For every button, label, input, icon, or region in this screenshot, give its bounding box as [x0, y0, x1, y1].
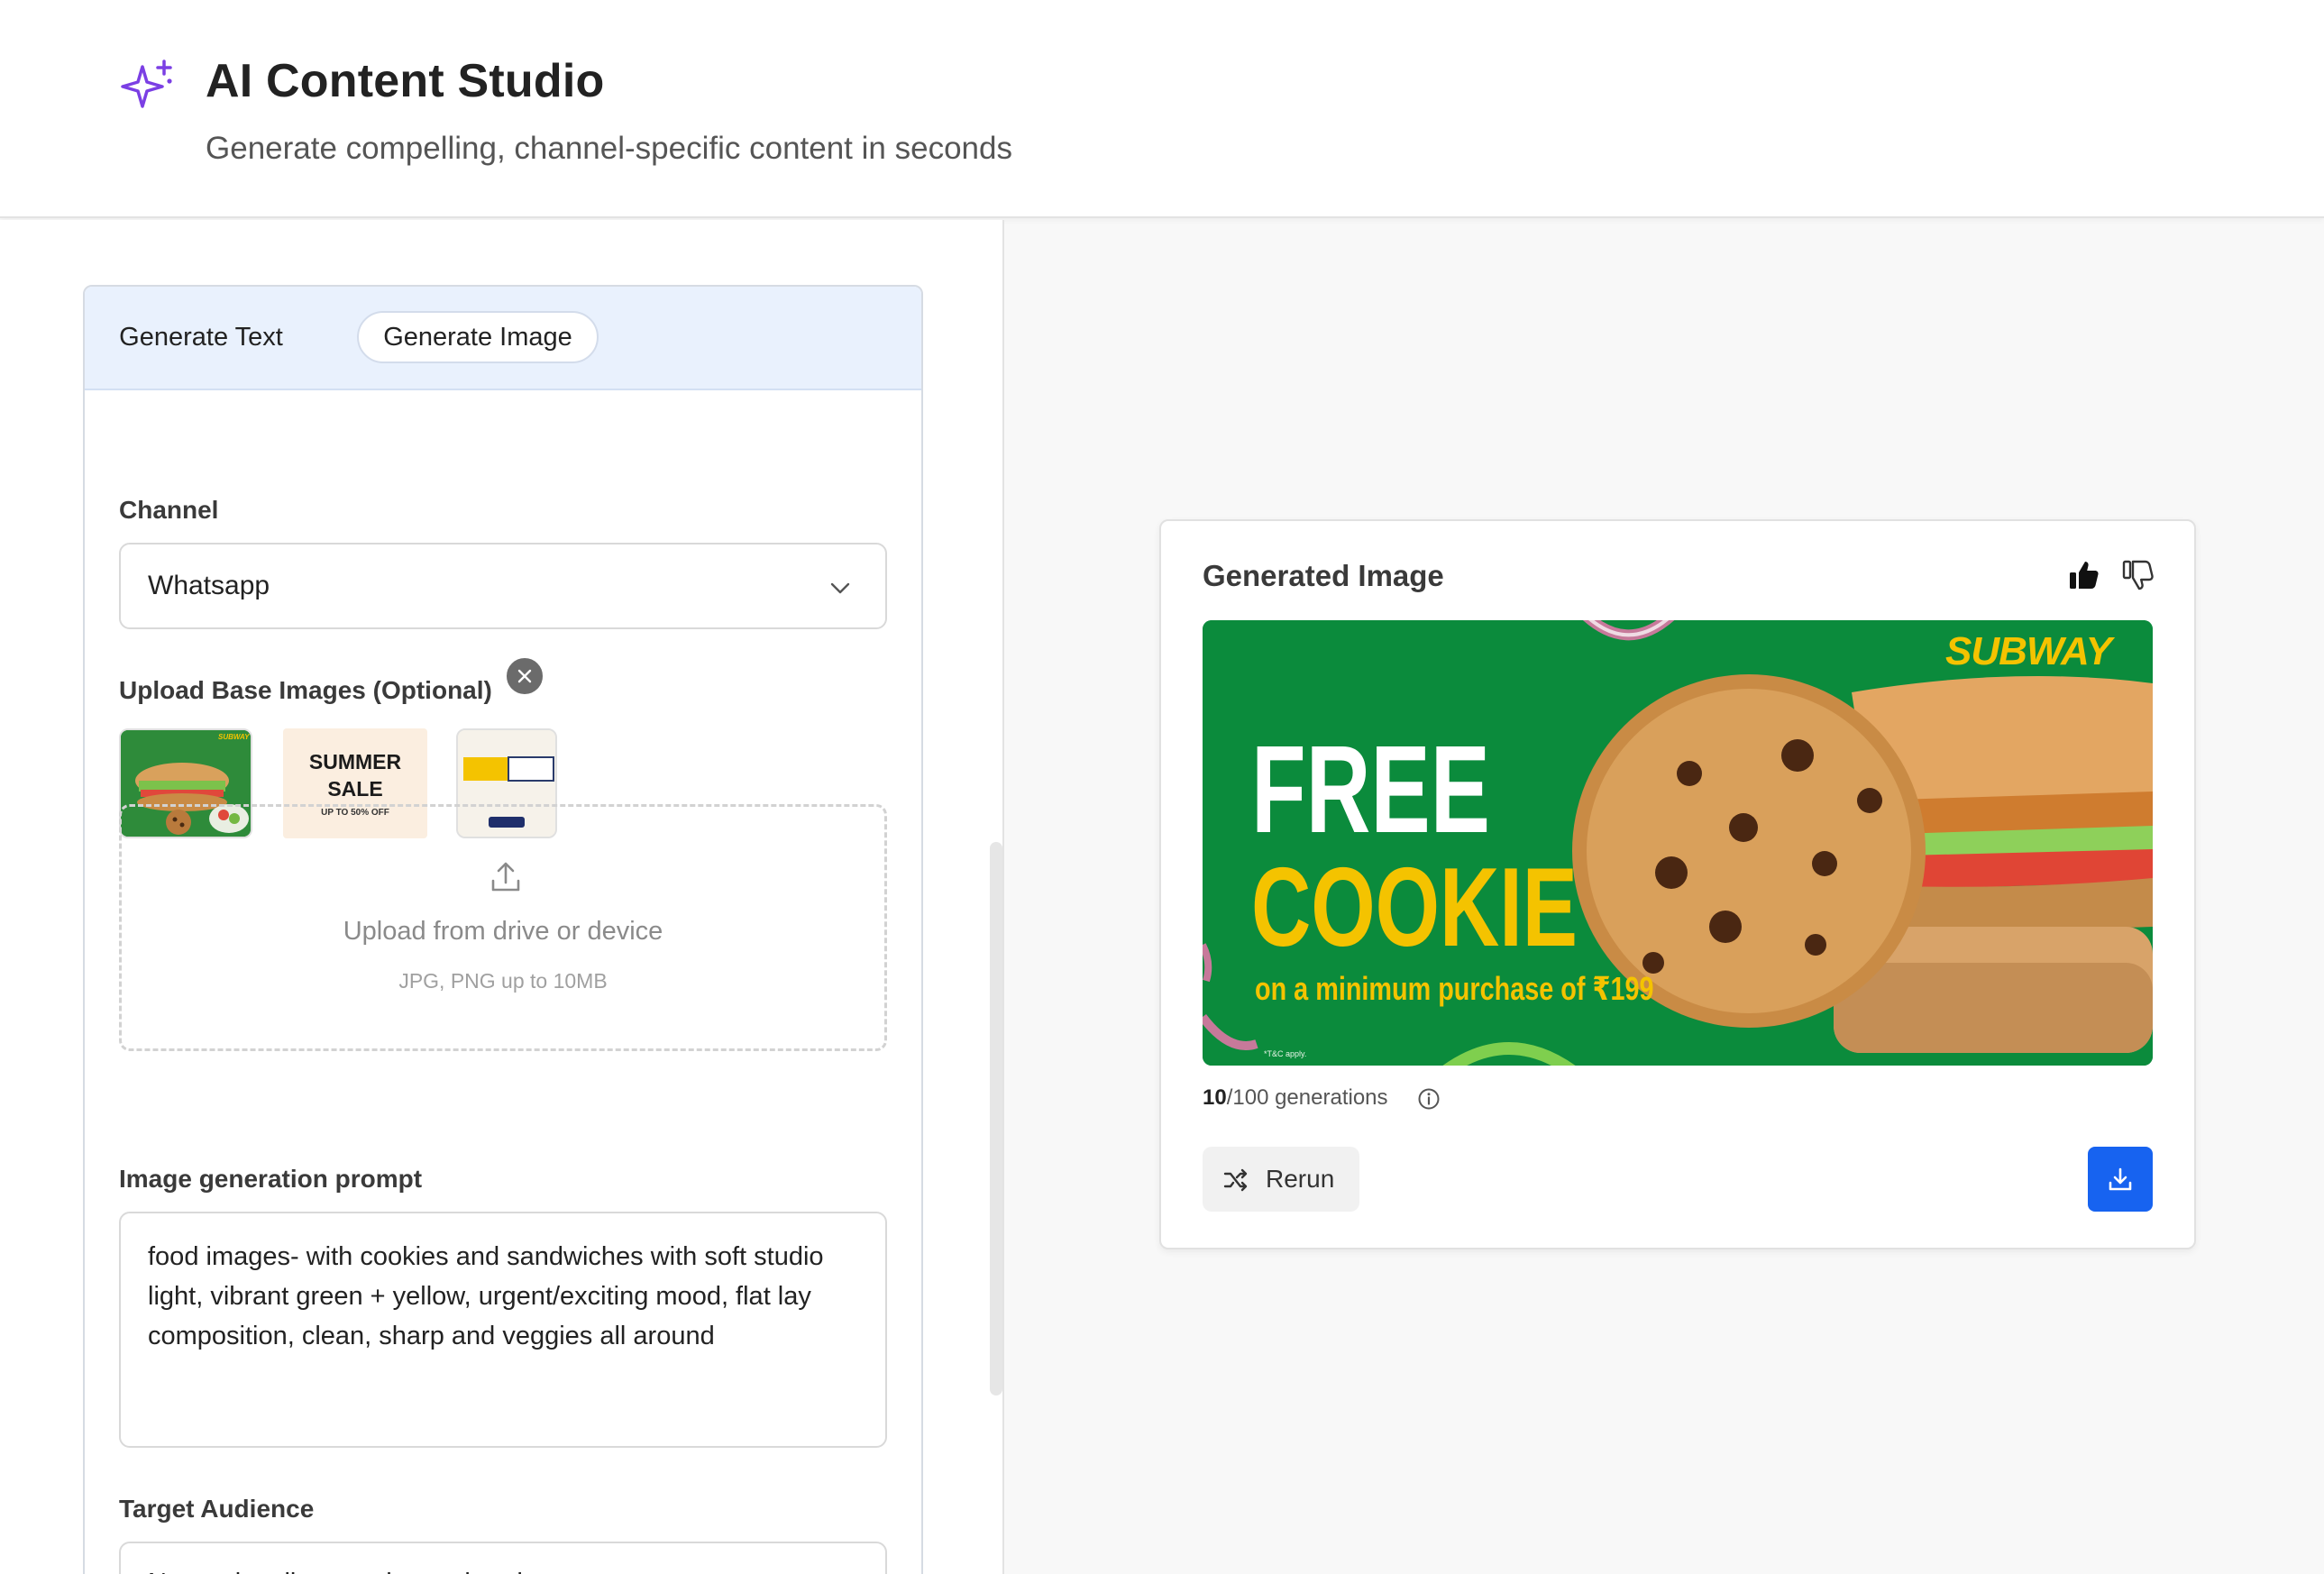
- prompt-label: Image generation prompt: [119, 1165, 423, 1193]
- ad-headline-free: FREE: [1251, 720, 1490, 859]
- rerun-label: Rerun: [1266, 1165, 1335, 1193]
- result-title: Generated Image: [1203, 559, 1444, 592]
- chevron-down-icon: [830, 582, 850, 594]
- download-icon: [2109, 1167, 2132, 1191]
- generated-ad-image[interactable]: SUBWAY FREE COOKIE on a minimum purchase…: [1203, 620, 2153, 1066]
- usage-total: /100 generations: [1226, 1085, 1388, 1110]
- generation-usage: 10/100 generations: [1203, 1085, 1388, 1111]
- app-title: AI Content Studio: [206, 55, 605, 107]
- dropzone-hint: JPG, PNG up to 10MB: [398, 969, 608, 993]
- app-subtitle: Generate compelling, channel-specific co…: [206, 131, 1012, 166]
- tab-bar: Generate Text Generate Image: [85, 287, 921, 390]
- summer-sale-title: SUMMER SALE: [308, 750, 402, 801]
- scrollbar-thumb[interactable]: [990, 842, 1002, 1396]
- app-header: AI Content Studio Generate compelling, c…: [0, 0, 2324, 218]
- upload-dropzone[interactable]: Upload from drive or device JPG, PNG up …: [119, 804, 887, 1051]
- download-button[interactable]: [2088, 1147, 2153, 1212]
- svg-text:SUBWAY: SUBWAY: [218, 733, 250, 741]
- content-form-panel: Generate Text Generate Image Channel Wha…: [0, 220, 1004, 1574]
- usage-count: 10: [1203, 1085, 1227, 1110]
- ad-disclaimer: *T&C apply.: [1264, 1049, 1307, 1058]
- close-icon: [517, 669, 532, 683]
- thumbs-up-icon[interactable]: [2066, 557, 2102, 593]
- channel-select[interactable]: Whatsapp: [119, 543, 887, 629]
- channel-select-value: Whatsapp: [148, 571, 270, 600]
- channel-label: Channel: [119, 496, 219, 524]
- generator-form-card: Generate Text Generate Image Channel Wha…: [83, 285, 923, 1574]
- generated-image-card: Generated Image SUBWAY FREE COOKIE on a …: [1159, 519, 2196, 1249]
- info-icon[interactable]: [1417, 1087, 1441, 1111]
- brand-logo: SUBWAY: [1945, 629, 2112, 673]
- remove-base-image-button[interactable]: [505, 656, 544, 696]
- tab-generate-text[interactable]: Generate Text: [103, 311, 299, 363]
- thumbs-down-icon[interactable]: [2120, 557, 2156, 593]
- dropzone-title: Upload from drive or device: [343, 917, 663, 946]
- audience-label: Target Audience: [119, 1495, 315, 1523]
- shuffle-icon: [1223, 1168, 1248, 1192]
- ad-offer-text: on a minimum purchase of ₹199: [1255, 970, 1654, 1007]
- sparkle-icon: [121, 59, 172, 108]
- tab-generate-image[interactable]: Generate Image: [357, 311, 599, 363]
- upload-label: Upload Base Images (Optional): [119, 676, 492, 704]
- ad-headline-cookie: COOKIE: [1251, 846, 1578, 970]
- prompt-textarea[interactable]: food images- with cookies and sandwiches…: [119, 1212, 887, 1448]
- rerun-button[interactable]: Rerun: [1203, 1147, 1359, 1212]
- upload-icon: [491, 862, 520, 892]
- audience-input[interactable]: New subscribers and cart abandoners: [119, 1542, 887, 1574]
